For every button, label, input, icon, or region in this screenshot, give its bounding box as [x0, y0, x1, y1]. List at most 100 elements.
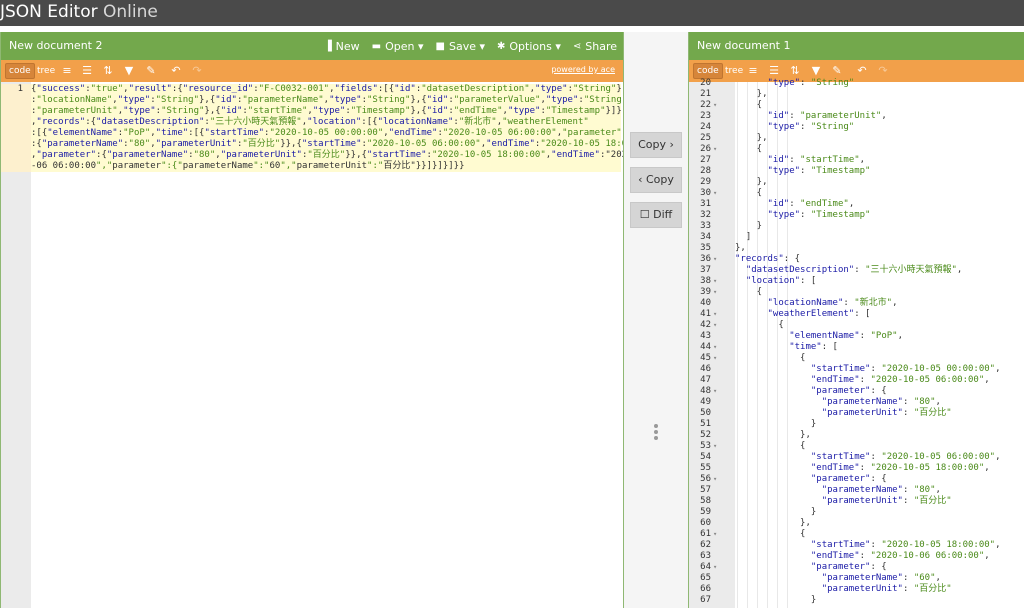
code-line[interactable]: :{"parameterName":"80","parameterUnit":"…	[31, 139, 623, 150]
code-line[interactable]: 63 "endTime": "2020-10-06 06:00:00",	[689, 551, 1024, 562]
code-line[interactable]: 39 ▾ {	[689, 287, 1024, 298]
format-icon[interactable]: ≡	[745, 63, 761, 79]
code-line[interactable]: :"parameterUnit","type":"String"},{"id":…	[31, 106, 622, 117]
code-line[interactable]: ,"records":{"datasetDescription":"三十六小時天…	[31, 117, 621, 128]
code-line[interactable]: ,"parameter":{"parameterName":"80","para…	[31, 150, 623, 161]
code-line[interactable]: 58 "parameterUnit": "百分比"	[689, 496, 1024, 507]
code-line[interactable]: 65 "parameterName": "60",	[689, 573, 1024, 584]
fold-toggle-icon[interactable]: ▾	[713, 188, 721, 199]
code-line[interactable]: 57 "parameterName": "80",	[689, 485, 1024, 496]
fold-toggle-icon[interactable]: ▾	[713, 320, 721, 331]
undo-icon[interactable]: ↶	[168, 63, 184, 79]
fold-toggle-icon[interactable]: ▾	[713, 353, 721, 364]
left-code-lines[interactable]: {"success":"true","result":{"resource_id…	[31, 84, 623, 172]
fold-toggle-icon[interactable]: ▾	[713, 254, 721, 265]
code-line[interactable]: 22 ▾ {	[689, 100, 1024, 111]
powered-by-ace-link[interactable]: powered by ace	[551, 65, 615, 74]
code-line[interactable]: 20 "type": "String"	[689, 78, 1024, 89]
code-line[interactable]: 53 ▾ {	[689, 441, 1024, 452]
code-line[interactable]: 34 ]	[689, 232, 1024, 243]
code-line[interactable]: 31 "id": "endTime",	[689, 199, 1024, 210]
right-document-title[interactable]: New document 1	[697, 39, 790, 52]
code-line[interactable]: 25 },	[689, 133, 1024, 144]
new-button[interactable]: ▐ New	[324, 40, 360, 53]
code-line[interactable]: 29 },	[689, 177, 1024, 188]
code-line[interactable]: 30 ▾ {	[689, 188, 1024, 199]
compact-icon[interactable]: ☰	[766, 63, 782, 79]
copy-left-button[interactable]: ‹ Copy	[630, 167, 682, 193]
code-line[interactable]: -06 06:00:00","parameter":{"parameterNam…	[31, 161, 621, 172]
code-line[interactable]: 42 ▾ {	[689, 320, 1024, 331]
code-line[interactable]: {"success":"true","result":{"resource_id…	[31, 84, 623, 95]
fold-toggle-icon[interactable]: ▾	[713, 342, 721, 353]
code-line[interactable]: :"locationName","type":"String"},{"id":"…	[31, 95, 623, 106]
code-line[interactable]: 52 },	[689, 430, 1024, 441]
fold-toggle-icon[interactable]: ▾	[713, 529, 721, 540]
code-line[interactable]: 47 "endTime": "2020-10-05 06:00:00",	[689, 375, 1024, 386]
left-code-editor[interactable]: 1 {"success":"true","result":{"resource_…	[1, 82, 623, 608]
code-line[interactable]: 28 "type": "Timestamp"	[689, 166, 1024, 177]
code-line[interactable]: 51 }	[689, 419, 1024, 430]
code-line[interactable]: 48 ▾ "parameter": {	[689, 386, 1024, 397]
fold-toggle-icon[interactable]: ▾	[713, 386, 721, 397]
fold-toggle-icon[interactable]: ▾	[713, 287, 721, 298]
code-line[interactable]: 59 }	[689, 507, 1024, 518]
share-button[interactable]: ⋖ Share	[573, 40, 617, 53]
code-line[interactable]: 36 ▾ "records": {	[689, 254, 1024, 265]
code-line[interactable]: 62 "startTime": "2020-10-05 18:00:00",	[689, 540, 1024, 551]
fold-toggle-icon[interactable]: ▾	[713, 309, 721, 320]
code-line[interactable]: 56 ▾ "parameter": {	[689, 474, 1024, 485]
right-code-mode-button[interactable]: code	[693, 63, 723, 79]
repair-icon[interactable]: ✎	[143, 63, 159, 79]
code-line[interactable]: 38 ▾ "location": [	[689, 276, 1024, 287]
code-line[interactable]: 67 }	[689, 595, 1024, 606]
code-line[interactable]: 55 "endTime": "2020-10-05 18:00:00",	[689, 463, 1024, 474]
format-icon[interactable]: ≡	[59, 63, 75, 79]
fold-toggle-icon[interactable]: ▾	[713, 144, 721, 155]
save-button[interactable]: ■ Save ▾	[436, 40, 485, 53]
right-code-editor[interactable]: 20 "type": "String" 21 }, 22 ▾ {23 "id": "p…	[689, 78, 1024, 608]
code-line[interactable]: 32 "type": "Timestamp"	[689, 210, 1024, 221]
code-line[interactable]: 33 }	[689, 221, 1024, 232]
code-line[interactable]: 35},	[689, 243, 1024, 254]
undo-icon[interactable]: ↶	[854, 63, 870, 79]
code-line[interactable]: 46 "startTime": "2020-10-05 00:00:00",	[689, 364, 1024, 375]
code-line[interactable]: 21 },	[689, 89, 1024, 100]
code-line[interactable]: 66 "parameterUnit": "百分比"	[689, 584, 1024, 595]
code-line[interactable]: 27 "id": "startTime",	[689, 155, 1024, 166]
left-document-title[interactable]: New document 2	[9, 39, 102, 52]
code-line[interactable]: 54 "startTime": "2020-10-05 06:00:00",	[689, 452, 1024, 463]
code-line[interactable]: 26 ▾ {	[689, 144, 1024, 155]
code-line[interactable]: 43 "elementName": "PoP",	[689, 331, 1024, 342]
fold-toggle-icon[interactable]: ▾	[713, 276, 721, 287]
code-line[interactable]: 49 "parameterName": "80",	[689, 397, 1024, 408]
code-line[interactable]: 40 "locationName": "新北市",	[689, 298, 1024, 309]
redo-icon[interactable]: ↷	[189, 63, 205, 79]
code-line[interactable]: 23 "id": "parameterUnit",	[689, 111, 1024, 122]
compact-icon[interactable]: ☰	[79, 63, 95, 79]
code-line[interactable]: 60 },	[689, 518, 1024, 529]
left-tree-mode-button[interactable]: tree	[34, 63, 58, 79]
fold-toggle-icon[interactable]: ▾	[713, 474, 721, 485]
sort-icon[interactable]: ⇅	[787, 63, 803, 79]
sort-icon[interactable]: ⇅	[100, 63, 116, 79]
code-line[interactable]: 41 ▾ "weatherElement": [	[689, 309, 1024, 320]
code-line[interactable]: 24 "type": "String"	[689, 122, 1024, 133]
filter-icon[interactable]: ▼	[121, 63, 137, 79]
fold-toggle-icon[interactable]: ▾	[713, 562, 721, 573]
fold-toggle-icon[interactable]: ▾	[713, 100, 721, 111]
code-line[interactable]: 44 ▾ "time": [	[689, 342, 1024, 353]
filter-icon[interactable]: ▼	[808, 63, 824, 79]
redo-icon[interactable]: ↷	[875, 63, 891, 79]
fold-toggle-icon[interactable]: ▾	[713, 441, 721, 452]
code-line[interactable]: :[{"elementName":"PoP","time":[{"startTi…	[31, 128, 622, 139]
copy-right-button[interactable]: Copy ›	[630, 132, 682, 158]
options-button[interactable]: ✱ Options ▾	[497, 40, 561, 53]
repair-icon[interactable]: ✎	[829, 63, 845, 79]
right-code-lines[interactable]: 20 "type": "String" 21 }, 22 ▾ {23 "id": "p…	[689, 78, 1024, 606]
code-line[interactable]: 50 "parameterUnit": "百分比"	[689, 408, 1024, 419]
open-button[interactable]: ▬ Open ▾	[372, 40, 424, 53]
right-tree-mode-button[interactable]: tree	[722, 63, 746, 79]
left-code-mode-button[interactable]: code	[5, 63, 35, 79]
drag-handle[interactable]	[653, 424, 659, 442]
